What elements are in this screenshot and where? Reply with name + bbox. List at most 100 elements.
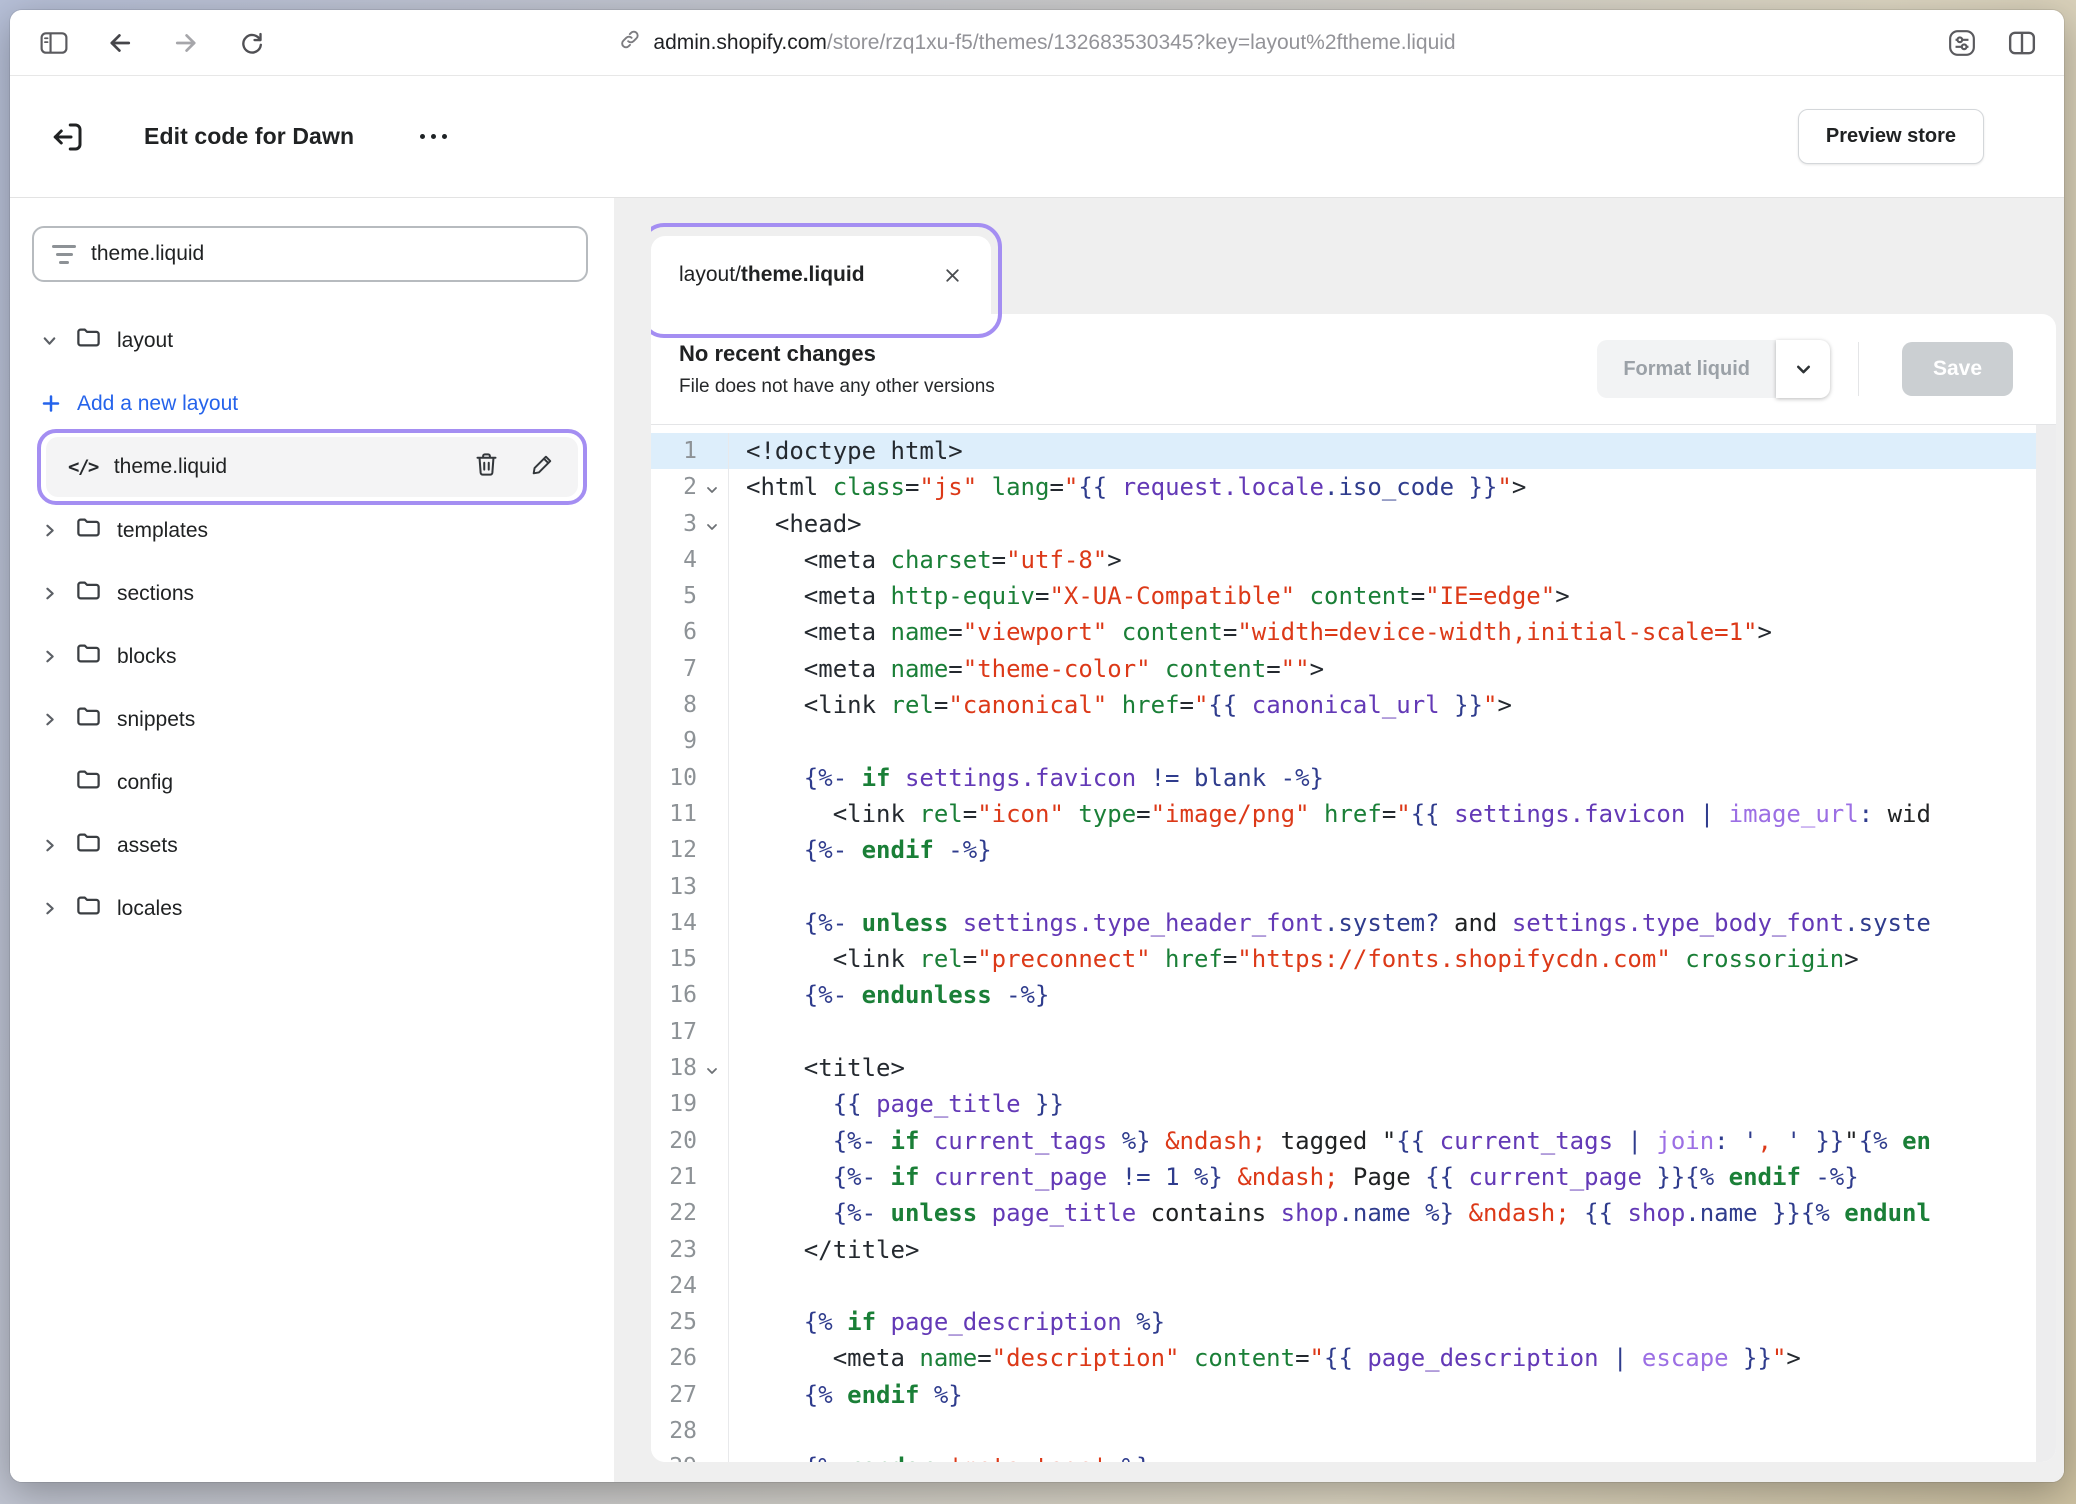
code-line[interactable]: 18 <title> [651, 1050, 2056, 1086]
code-line[interactable]: 16 {%- endunless -%} [651, 977, 2056, 1013]
code-line[interactable]: 19 {{ page_title }} [651, 1086, 2056, 1122]
code-text [729, 869, 746, 905]
code-line[interactable]: 11 <link rel="icon" type="image/png" hre… [651, 796, 2056, 832]
line-gutter[interactable]: 25 [651, 1304, 729, 1340]
url-bar[interactable]: admin.shopify.com/store/rzq1xu-f5/themes… [618, 10, 1455, 75]
add-new-layout-button[interactable]: Add a new layout [10, 372, 614, 435]
code-line[interactable]: 29 {% render 'meta-tags' %} [651, 1449, 2056, 1462]
code-line[interactable]: 26 <meta name="description" content="{{ … [651, 1340, 2056, 1376]
editor-scrollbar[interactable] [2036, 425, 2056, 1462]
sidebar-folder-blocks[interactable]: blocks [10, 625, 614, 688]
sidebar-folder-sections[interactable]: sections [10, 562, 614, 625]
line-gutter[interactable]: 21 [651, 1159, 729, 1195]
code-line[interactable]: 17 [651, 1014, 2056, 1050]
file-search[interactable] [32, 226, 588, 282]
line-gutter[interactable]: 3 [651, 506, 729, 542]
code-line[interactable]: 10 {%- if settings.favicon != blank -%} [651, 760, 2056, 796]
pencil-icon[interactable] [530, 451, 556, 483]
line-gutter[interactable]: 23 [651, 1232, 729, 1268]
line-gutter[interactable]: 6 [651, 614, 729, 650]
line-gutter[interactable]: 17 [651, 1014, 729, 1050]
split-view-icon[interactable] [2008, 30, 2036, 56]
code-line[interactable]: 1<!doctype html> [651, 433, 2056, 469]
line-gutter[interactable]: 28 [651, 1413, 729, 1449]
fold-chevron-icon[interactable] [697, 514, 727, 534]
code-line[interactable]: 15 <link rel="preconnect" href="https://… [651, 941, 2056, 977]
line-gutter[interactable]: 13 [651, 869, 729, 905]
code-line[interactable]: 12 {%- endif -%} [651, 832, 2056, 868]
tab-close-icon[interactable] [942, 265, 963, 286]
chevron-right-icon[interactable] [38, 585, 60, 602]
sidebar-folder-locales[interactable]: locales [10, 877, 614, 940]
code-line[interactable]: 13 [651, 869, 2056, 905]
line-gutter[interactable]: 9 [651, 723, 729, 759]
line-gutter[interactable]: 12 [651, 832, 729, 868]
search-input[interactable] [91, 242, 568, 266]
sidebar-folder-layout[interactable]: layout [10, 309, 614, 372]
code-line[interactable]: 27 {% endif %} [651, 1377, 2056, 1413]
line-gutter[interactable]: 22 [651, 1195, 729, 1231]
format-liquid-button[interactable]: Format liquid [1597, 340, 1776, 398]
line-gutter[interactable]: 15 [651, 941, 729, 977]
chevron-right-icon[interactable] [38, 837, 60, 854]
code-line[interactable]: 25 {% if page_description %} [651, 1304, 2056, 1340]
trash-icon[interactable] [473, 451, 500, 484]
sidebar-folder-templates[interactable]: templates [10, 499, 614, 562]
line-gutter[interactable]: 5 [651, 578, 729, 614]
code-line[interactable]: 8 <link rel="canonical" href="{{ canonic… [651, 687, 2056, 723]
code-line[interactable]: 5 <meta http-equiv="X-UA-Compatible" con… [651, 578, 2056, 614]
page-settings-icon[interactable] [1948, 29, 1976, 57]
code-line[interactable]: 2<html class="js" lang="{{ request.local… [651, 469, 2056, 505]
tab-theme-liquid[interactable]: layout/theme.liquid [651, 236, 991, 314]
line-gutter[interactable]: 10 [651, 760, 729, 796]
line-gutter[interactable]: 8 [651, 687, 729, 723]
exit-button[interactable] [50, 119, 86, 155]
fold-chevron-icon[interactable] [697, 477, 727, 497]
sidebar-toggle-icon[interactable] [40, 30, 68, 56]
preview-store-button[interactable]: Preview store [1798, 109, 1984, 164]
line-gutter[interactable]: 4 [651, 542, 729, 578]
line-gutter[interactable]: 7 [651, 651, 729, 687]
chevron-right-icon[interactable] [38, 711, 60, 728]
format-dropdown-button[interactable] [1776, 340, 1830, 398]
save-button[interactable]: Save [1902, 342, 2013, 396]
more-menu-button[interactable] [420, 134, 447, 139]
line-gutter[interactable]: 16 [651, 977, 729, 1013]
forward-button[interactable] [172, 29, 200, 57]
sidebar-folder-config[interactable]: config [10, 751, 614, 814]
chevron-right-icon[interactable] [38, 900, 60, 917]
line-gutter[interactable]: 18 [651, 1050, 729, 1086]
line-gutter[interactable]: 24 [651, 1268, 729, 1304]
sidebar-file-theme-liquid[interactable]: </>theme.liquid [46, 437, 578, 497]
line-gutter[interactable]: 19 [651, 1086, 729, 1122]
code-line[interactable]: 6 <meta name="viewport" content="width=d… [651, 614, 2056, 650]
code-line[interactable]: 3 <head> [651, 506, 2056, 542]
chevron-right-icon[interactable] [38, 522, 60, 539]
line-gutter[interactable]: 11 [651, 796, 729, 832]
reload-icon[interactable] [238, 29, 265, 56]
code-line[interactable]: 20 {%- if current_tags %} &ndash; tagged… [651, 1123, 2056, 1159]
line-gutter[interactable]: 29 [651, 1449, 729, 1462]
line-gutter[interactable]: 1 [651, 433, 729, 469]
sidebar-folder-assets[interactable]: assets [10, 814, 614, 877]
back-button[interactable] [106, 29, 134, 57]
chevron-down-icon[interactable] [38, 332, 60, 349]
code-line[interactable]: 28 [651, 1413, 2056, 1449]
code-line[interactable]: 21 {%- if current_page != 1 %} &ndash; P… [651, 1159, 2056, 1195]
code-line[interactable]: 22 {%- unless page_title contains shop.n… [651, 1195, 2056, 1231]
chevron-right-icon[interactable] [38, 648, 60, 665]
line-gutter[interactable]: 20 [651, 1123, 729, 1159]
line-gutter[interactable]: 26 [651, 1340, 729, 1376]
code-line[interactable]: 14 {%- unless settings.type_header_font.… [651, 905, 2056, 941]
line-gutter[interactable]: 14 [651, 905, 729, 941]
line-gutter[interactable]: 2 [651, 469, 729, 505]
sidebar-folder-snippets[interactable]: snippets [10, 688, 614, 751]
code-line[interactable]: 24 [651, 1268, 2056, 1304]
code-line[interactable]: 23 </title> [651, 1232, 2056, 1268]
line-gutter[interactable]: 27 [651, 1377, 729, 1413]
code-editor[interactable]: 1<!doctype html>2<html class="js" lang="… [651, 425, 2056, 1462]
code-line[interactable]: 7 <meta name="theme-color" content=""> [651, 651, 2056, 687]
code-line[interactable]: 9 [651, 723, 2056, 759]
fold-chevron-icon[interactable] [697, 1058, 727, 1078]
code-line[interactable]: 4 <meta charset="utf-8"> [651, 542, 2056, 578]
